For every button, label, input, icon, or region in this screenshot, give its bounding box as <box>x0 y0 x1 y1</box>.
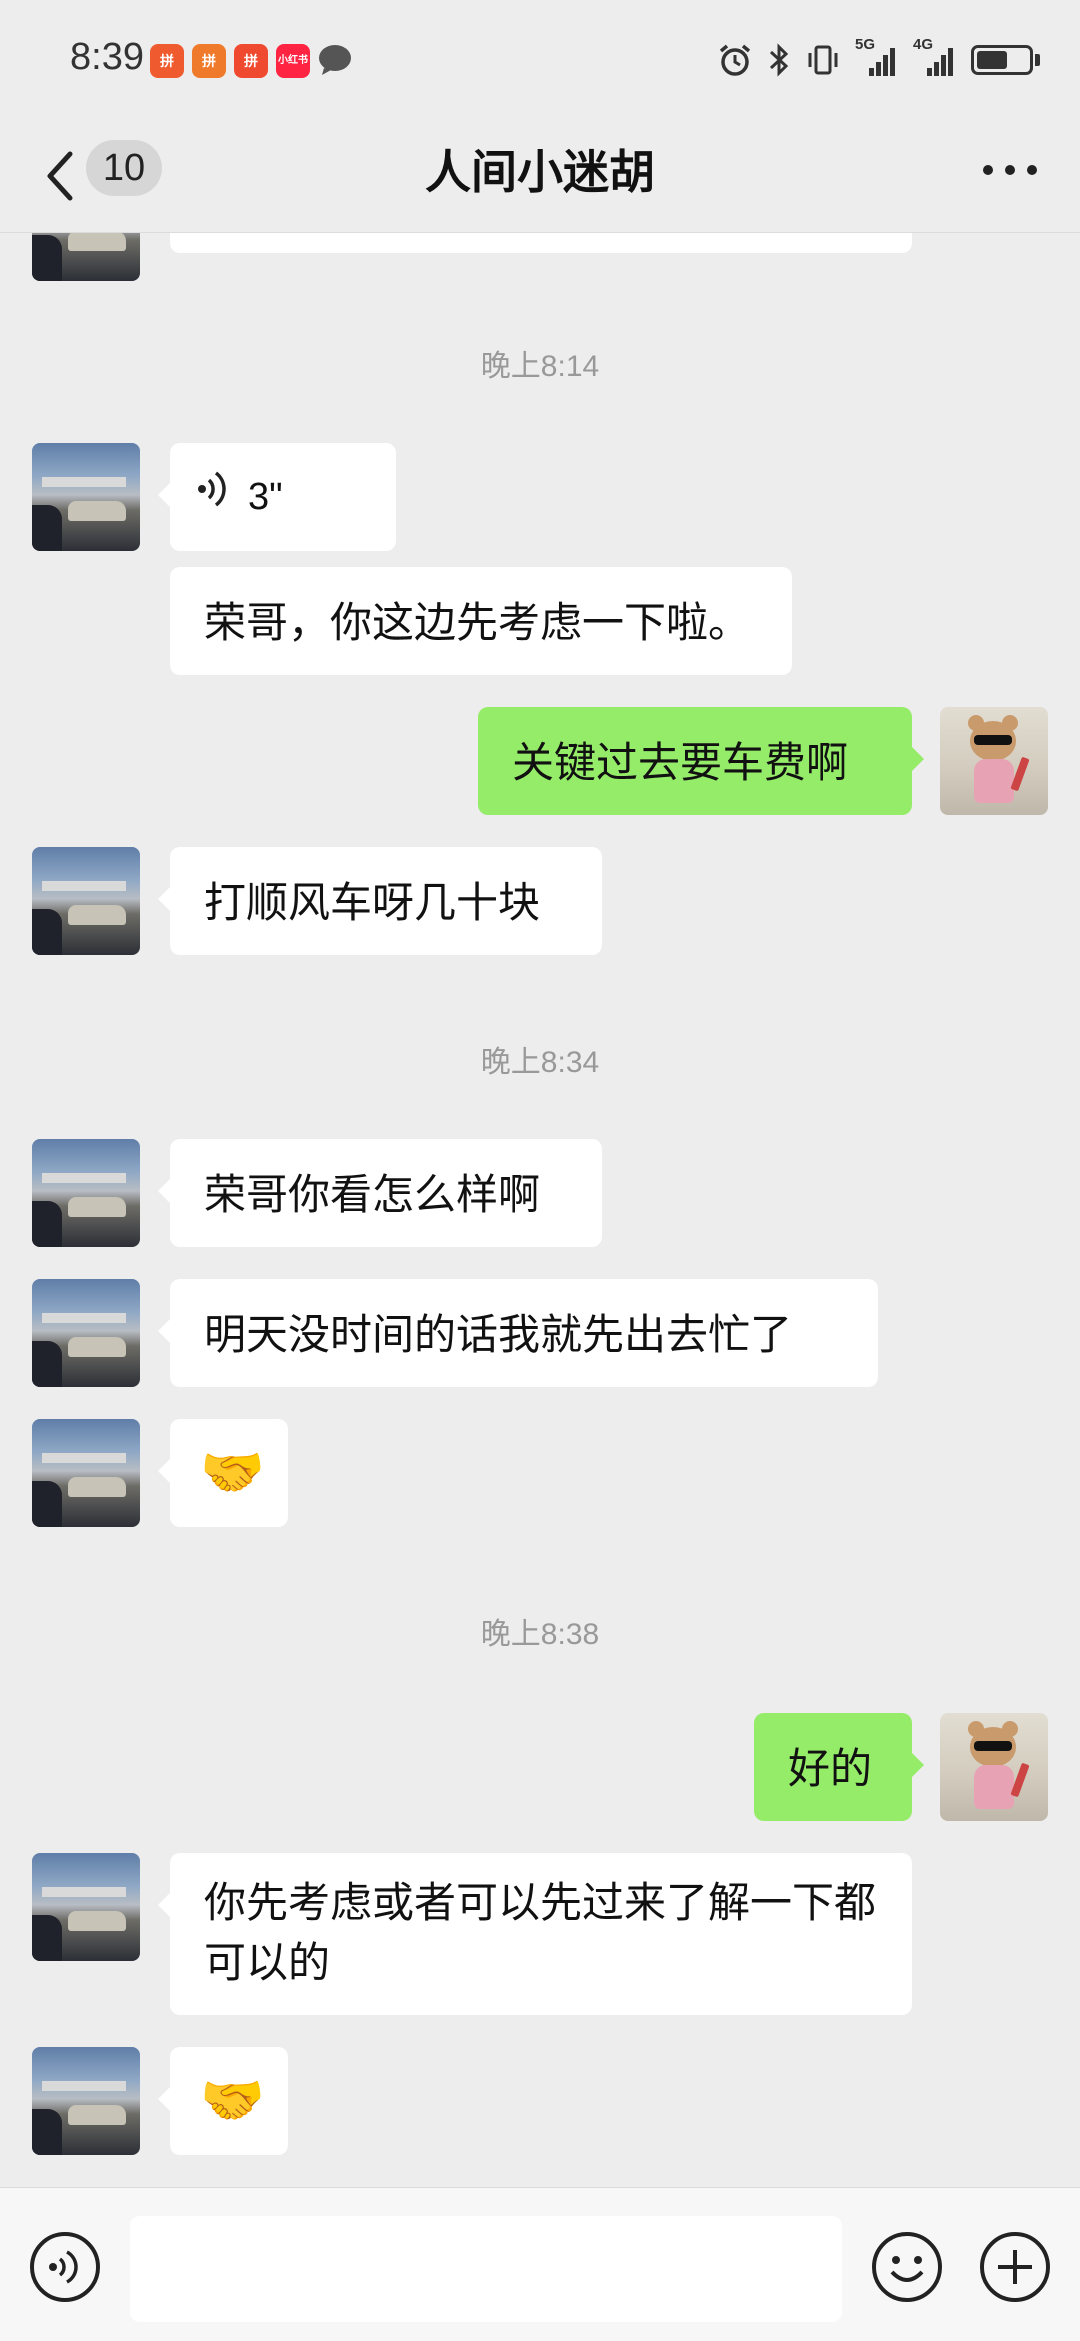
vibrate-icon <box>805 42 841 78</box>
more-dots-icon[interactable] <box>980 160 1040 180</box>
message-text: 你先考虑或者可以先过来了解一下都可以的 <box>204 1879 877 1986</box>
message-text: 荣哥，你这边先考虑一下啦。 <box>204 599 751 646</box>
message-bubble[interactable]: 荣哥，你这边先考虑一下啦。 <box>170 567 792 675</box>
voice-duration: 3" <box>248 476 283 518</box>
message-bubble[interactable]: 🤝 <box>158 1419 288 1527</box>
battery-level <box>977 51 1007 69</box>
pinduoduo-app-icon: 拼 <box>192 44 226 78</box>
signal-5g-icon: 5G <box>855 36 899 78</box>
message-text: 好的 <box>788 1745 873 1792</box>
handshake-emoji: 🤝 <box>200 1444 265 1502</box>
timestamp: 晚上8:14 <box>480 350 600 383</box>
contact-avatar[interactable] <box>32 1853 140 1961</box>
contact-avatar[interactable] <box>32 1419 140 1527</box>
xiaohongshu-app-icon: 小红书 <box>276 44 310 78</box>
plus-icon[interactable] <box>978 2230 1052 2304</box>
message-bubble[interactable]: 打顺风车呀几十块 <box>158 847 602 955</box>
input-bar <box>0 2187 1080 2341</box>
contact-avatar[interactable] <box>32 1279 140 1387</box>
message-text: 明天没时间的话我就先出去忙了 <box>204 1311 793 1358</box>
contact-avatar[interactable] <box>32 847 140 955</box>
timestamp: 晚上8:38 <box>480 1618 600 1651</box>
contact-avatar[interactable] <box>32 233 140 281</box>
sent-message-bubble[interactable]: 关键过去要车费啊 <box>478 707 924 815</box>
alarm-icon <box>717 42 753 78</box>
my-avatar[interactable] <box>940 1713 1048 1821</box>
message-text: 荣哥你看怎么样啊 <box>204 1171 541 1218</box>
voice-wave-icon <box>196 467 230 527</box>
emoji-icon[interactable] <box>870 2230 944 2304</box>
battery-icon <box>971 45 1040 75</box>
message-bubble[interactable]: 你先考虑或者可以先过来了解一下都可以的 <box>158 1853 912 2015</box>
contact-avatar[interactable] <box>32 1139 140 1247</box>
timestamp: 晚上8:34 <box>480 1046 600 1079</box>
message-bubble[interactable]: 明天没时间的话我就先出去忙了 <box>158 1279 878 1387</box>
pinduoduo-app-icon: 拼 <box>150 44 184 78</box>
chat-header: 10 人间小迷胡 <box>0 120 1080 233</box>
voice-icon[interactable] <box>28 2230 102 2304</box>
sent-message-bubble[interactable]: 好的 <box>754 1713 924 1821</box>
message-bubble-icon <box>318 44 352 81</box>
message-input[interactable] <box>130 2216 842 2322</box>
message-text: 关键过去要车费啊 <box>512 739 849 786</box>
pinduoduo-app-icon: 拼 <box>234 44 268 78</box>
voice-message-bubble[interactable]: 3" <box>158 443 396 551</box>
bluetooth-icon <box>767 42 791 78</box>
message-text: 打顺风车呀几十块 <box>204 879 541 926</box>
chevron-left-icon[interactable] <box>38 140 88 210</box>
unread-count-badge[interactable]: 10 <box>86 140 162 196</box>
message-bubble[interactable]: 🤝 <box>158 2047 288 2155</box>
status-time: 8:39 <box>70 36 144 78</box>
message-bubble-partial <box>170 233 912 253</box>
handshake-emoji: 🤝 <box>200 2072 265 2130</box>
contact-avatar[interactable] <box>32 2047 140 2155</box>
signal-4g-icon: 4G <box>913 36 957 78</box>
chat-message-list[interactable]: 晚上8:14 3" 荣哥，你这边先考虑一下啦。 关键过去要车费啊 打顺风车呀几十… <box>0 233 1080 2186</box>
my-avatar[interactable] <box>940 707 1048 815</box>
status-bar: 8:39 拼 拼 拼 小红书 5G 4G <box>0 0 1080 120</box>
chat-title: 人间小迷胡 <box>425 146 655 198</box>
contact-avatar[interactable] <box>32 443 140 551</box>
message-bubble[interactable]: 荣哥你看怎么样啊 <box>158 1139 602 1247</box>
